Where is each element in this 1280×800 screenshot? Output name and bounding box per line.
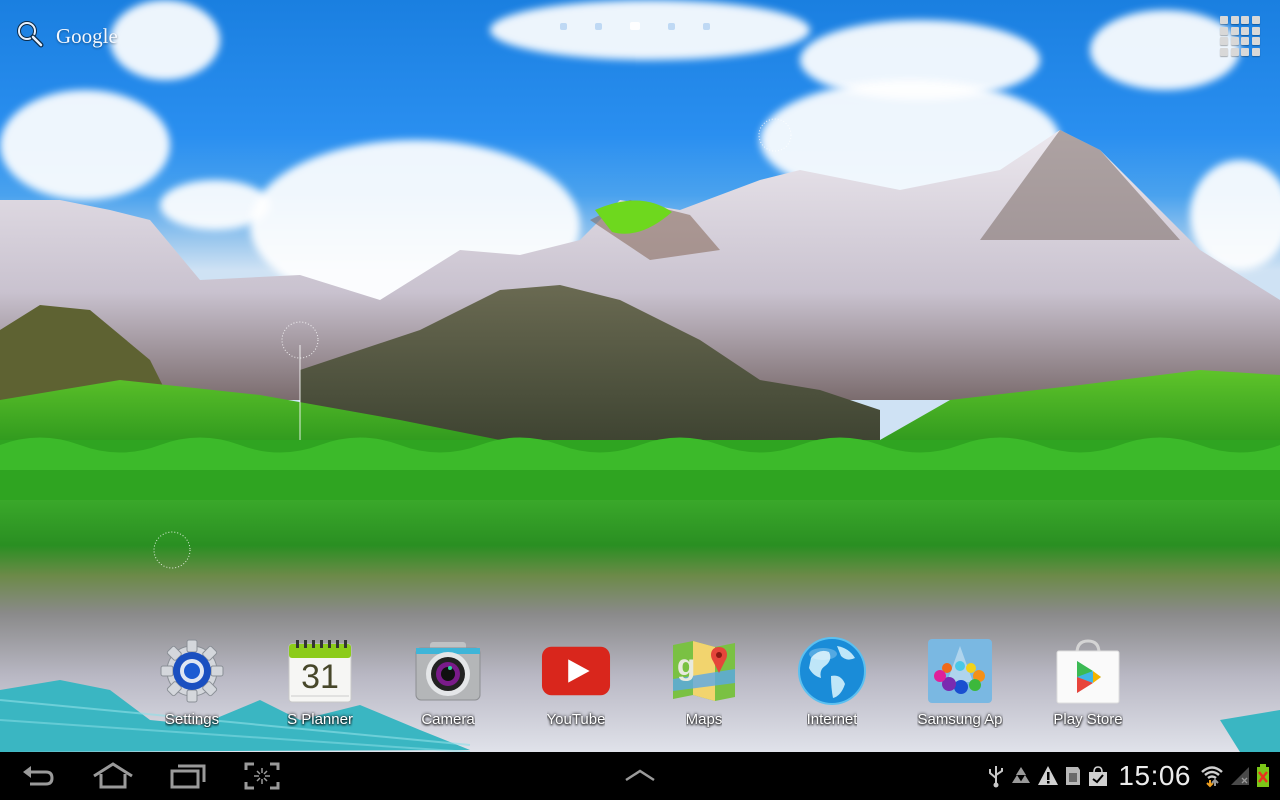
app-s-planner[interactable]: 31 S Planner [256, 636, 384, 732]
app-maps[interactable]: g Maps [640, 636, 768, 732]
samsung-apps-icon [925, 636, 995, 706]
battery-icon [1257, 764, 1269, 787]
recent-apps-icon [170, 764, 206, 789]
usb-icon [989, 766, 1004, 788]
app-label: Internet [806, 711, 858, 728]
page-dot-2[interactable] [595, 22, 602, 30]
calendar-date: 31 [301, 658, 339, 696]
sd-card-icon [1066, 767, 1081, 785]
warning-icon [1038, 766, 1059, 785]
app-internet[interactable]: Internet [768, 636, 896, 732]
globe-icon [797, 636, 867, 706]
wifi-icon [1201, 766, 1223, 788]
google-search-widget[interactable]: Google [16, 20, 118, 52]
youtube-icon [541, 636, 611, 706]
signal-icon [1231, 767, 1249, 785]
home-page-indicator [560, 22, 710, 30]
play-store-icon [1053, 636, 1123, 706]
page-dot-4[interactable] [668, 22, 675, 30]
app-label: Samsung Ap [917, 711, 1003, 728]
recycle-icon [1012, 767, 1031, 783]
back-button[interactable] [20, 762, 56, 795]
home-icon [93, 762, 133, 789]
app-label: Play Store [1053, 711, 1123, 728]
app-label: Maps [685, 711, 723, 728]
chevron-up-icon [625, 769, 655, 782]
google-search-label: Google [56, 23, 118, 48]
app-play-store[interactable]: Play Store [1024, 636, 1152, 732]
app-label: Camera [421, 711, 475, 728]
home-shortcuts: Settings 31 S Planner Camera YouTube g M… [128, 636, 1152, 732]
clock: 15:06 [1118, 760, 1191, 791]
svg-text:g: g [677, 649, 695, 682]
recent-apps-button[interactable] [170, 762, 206, 795]
app-camera[interactable]: Camera [384, 636, 512, 732]
apps-grid-button[interactable] [1220, 16, 1260, 56]
app-youtube[interactable]: YouTube [512, 636, 640, 732]
shopping-bag-check-icon [1089, 766, 1108, 786]
search-icon [16, 20, 44, 53]
page-dot-1[interactable] [560, 22, 567, 30]
home-button[interactable] [92, 762, 134, 795]
app-label: Settings [164, 711, 220, 728]
page-dot-5[interactable] [703, 22, 710, 30]
app-label: YouTube [546, 711, 606, 728]
settings-gear-icon [157, 636, 227, 706]
screen-capture-icon [244, 762, 280, 790]
status-area[interactable]: 15:06 [987, 752, 1270, 800]
screen-capture-button[interactable] [244, 762, 280, 795]
app-samsung-apps[interactable]: Samsung Ap [896, 636, 1024, 732]
apps-grid-icon [1220, 16, 1228, 24]
maps-icon: g [669, 636, 739, 706]
app-label: S Planner [287, 711, 353, 728]
page-dot-3-active[interactable] [630, 22, 640, 30]
expand-button[interactable] [624, 768, 656, 787]
back-icon [23, 766, 54, 786]
calendar-icon: 31 [285, 636, 355, 706]
camera-icon [413, 636, 483, 706]
app-settings[interactable]: Settings [128, 636, 256, 732]
